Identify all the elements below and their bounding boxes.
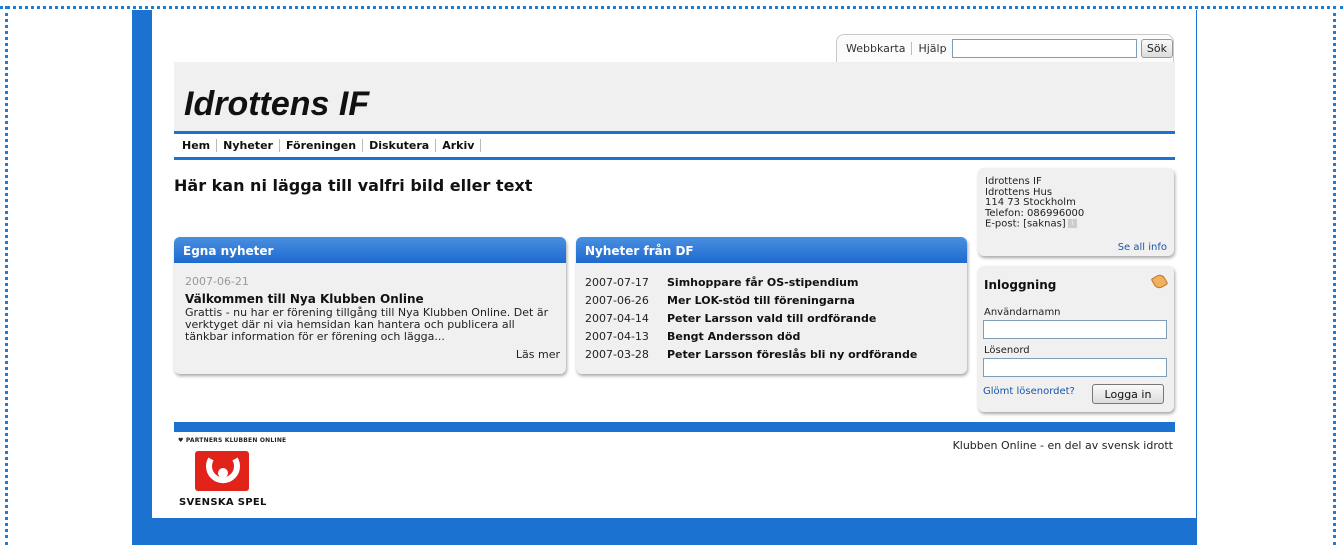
list-item: 2007-03-28 Peter Larsson föreslås bli ny … — [585, 345, 917, 363]
username-label: Användarnamn — [984, 307, 1061, 318]
df-news-list: 2007-07-17 Simhoppare får OS-stipendium 2… — [585, 273, 917, 363]
news-date: 2007-07-17 — [585, 275, 649, 289]
password-field[interactable] — [983, 358, 1167, 377]
df-news-heading: Nyheter från DF — [576, 237, 967, 263]
tag-icon — [1150, 272, 1169, 291]
logo-text: SVENSKA SPEL — [179, 497, 267, 508]
own-news-box: Egna nyheter 2007-06-21 Välkommen till N… — [174, 237, 566, 374]
read-more-link[interactable]: Läs mer — [516, 348, 560, 361]
club-city: 114 73 Stockholm — [985, 197, 1076, 208]
dotted-border-top — [0, 6, 1343, 9]
toolbar-divider — [911, 42, 913, 55]
news-date: 2007-06-26 — [585, 293, 649, 307]
info-icon[interactable]: i — [1067, 219, 1077, 228]
club-name: Idrottens IF — [985, 176, 1042, 187]
news-date: 2007-03-28 — [585, 347, 649, 361]
club-info-box: Idrottens IF Idrottens Hus 114 73 Stockh… — [978, 168, 1174, 256]
login-button[interactable]: Logga in — [1092, 384, 1164, 404]
news-date: 2007-06-21 — [185, 275, 249, 288]
nav-item-foreningen[interactable]: Föreningen — [280, 138, 364, 152]
nav-rule — [174, 157, 1175, 160]
news-title-link[interactable]: Simhoppare får OS-stipendium — [667, 276, 858, 289]
nav-item-diskutera[interactable]: Diskutera — [363, 138, 437, 152]
footer-rule — [174, 422, 1175, 432]
lead-text: Här kan ni lägga till valfri bild eller … — [174, 176, 533, 195]
df-news-box: Nyheter från DF 2007-07-17 Simhoppare får… — [576, 237, 967, 374]
username-field[interactable] — [983, 320, 1167, 339]
news-title-link[interactable]: Peter Larsson vald till ordförande — [667, 312, 876, 325]
club-email-row: E-post: [saknas] i — [985, 219, 1084, 230]
main-nav: Hem Nyheter Föreningen Diskutera Arkiv — [174, 134, 1175, 156]
list-item: 2007-04-13 Bengt Andersson död — [585, 327, 917, 345]
search-input[interactable] — [951, 39, 1137, 58]
site-header: Idrottens IF — [174, 62, 1175, 131]
svenska-spel-logo[interactable] — [195, 451, 249, 491]
help-link[interactable]: Hjälp — [918, 42, 946, 55]
list-item: 2007-06-26 Mer LOK-stöd till föreningarna — [585, 291, 917, 309]
forgot-password-link[interactable]: Glömt lösenordet? — [983, 386, 1075, 397]
list-item: 2007-07-17 Simhoppare får OS-stipendium — [585, 273, 917, 291]
see-all-info-link[interactable]: Se all info — [1118, 242, 1167, 253]
club-info: Idrottens IF Idrottens Hus 114 73 Stockh… — [985, 176, 1085, 230]
news-excerpt: Grattis - nu har er förening tillgång ti… — [185, 306, 549, 343]
club-email: E-post: [saknas] — [985, 218, 1066, 230]
login-box: Inloggning Användarnamn Lösenord Glömt l… — [978, 266, 1174, 412]
news-date: 2007-04-14 — [585, 311, 649, 325]
news-title-link[interactable]: Bengt Andersson död — [667, 330, 800, 343]
password-label: Lösenord — [984, 345, 1030, 356]
login-title: Inloggning — [984, 278, 1057, 292]
nav-item-arkiv[interactable]: Arkiv — [436, 138, 482, 152]
news-date: 2007-04-13 — [585, 329, 649, 343]
footer-tagline: Klubben Online - en del av svensk idrott — [952, 439, 1173, 452]
list-item: 2007-04-14 Peter Larsson vald till ordför… — [585, 309, 917, 327]
partners-label: ♥ PARTNERS KLUBBEN ONLINE — [178, 437, 287, 444]
dotted-border-right — [1333, 6, 1336, 545]
page: Webbkarta Hjälp Sök Idrottens IF Hem Nyh… — [152, 10, 1196, 518]
news-title-link[interactable]: Välkommen till Nya Klubben Online — [185, 292, 424, 306]
news-title-link[interactable]: Peter Larsson föreslås bli ny ordförande — [667, 348, 917, 361]
nav-item-nyheter[interactable]: Nyheter — [217, 138, 280, 152]
top-toolbar: Webbkarta Hjälp Sök — [836, 34, 1174, 62]
site-title: Idrottens IF — [184, 85, 370, 123]
sitemap-link[interactable]: Webbkarta — [846, 42, 905, 55]
dotted-border-left — [5, 6, 8, 545]
search-button[interactable]: Sök — [1140, 39, 1173, 58]
nav-item-hem[interactable]: Hem — [182, 138, 218, 152]
club-phone: Telefon: 086996000 — [985, 207, 1085, 219]
own-news-heading: Egna nyheter — [174, 237, 566, 263]
news-title-link[interactable]: Mer LOK-stöd till föreningarna — [667, 294, 855, 307]
